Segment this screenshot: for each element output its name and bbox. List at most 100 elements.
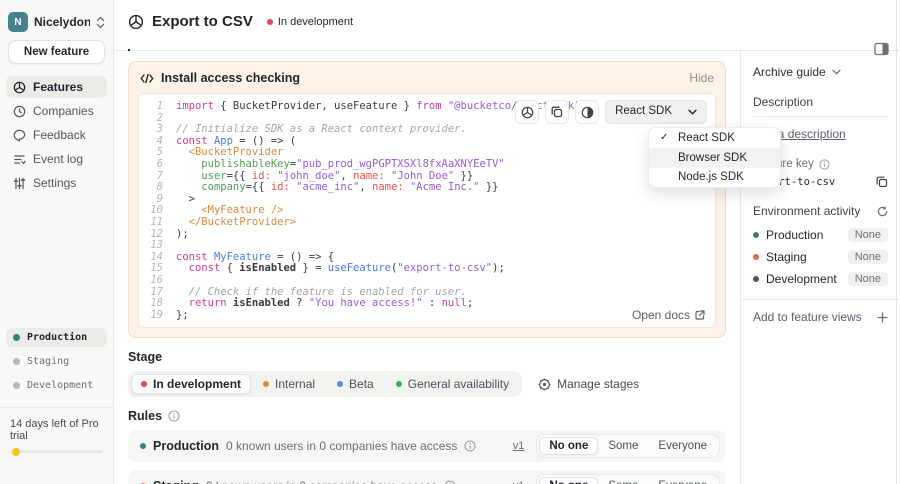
trial-progress-dot — [12, 447, 20, 456]
sidebar-nav-item[interactable]: Companies — [6, 100, 107, 122]
plus-icon — [877, 311, 888, 323]
environment-activity-row: Production None — [753, 228, 888, 242]
stage-option[interactable]: In development — [131, 374, 252, 395]
copy-code-button[interactable] — [545, 100, 570, 124]
manage-stages-button[interactable]: Manage stages — [538, 377, 639, 391]
environment-activity-dot-icon — [753, 254, 759, 260]
stage-option-label: In development — [153, 377, 242, 392]
install-access-header: Install access checking Hide — [138, 69, 716, 93]
sidebar-nav: Features Companies Feedback Event log Se… — [0, 76, 113, 194]
theme-toggle-button[interactable] — [575, 100, 600, 124]
rule-env-dot-icon — [140, 443, 146, 450]
new-feature-button[interactable]: New feature — [8, 40, 105, 64]
sdk-menu-option[interactable]: ✓ Browser SDK — [649, 147, 780, 167]
sdk-select-value: React SDK — [615, 105, 672, 118]
access-option-some[interactable]: Some — [598, 477, 648, 484]
sdk-select-button[interactable]: React SDK — [605, 100, 707, 124]
tab[interactable] — [128, 37, 130, 51]
main-content: Install access checking Hide 1 import { B… — [114, 51, 740, 484]
stage-option[interactable]: Beta — [327, 374, 384, 394]
stage-section-label: Stage — [128, 350, 726, 364]
stage-selector: In development Internal Beta General ava… — [128, 371, 523, 398]
rules-label-text: Rules — [128, 409, 163, 424]
open-docs-link[interactable]: Open docs — [632, 309, 705, 322]
workspace-name: Nicelydone — [34, 15, 90, 29]
rule-controls: v1 No oneSomeEveryone — [513, 434, 720, 459]
gear-icon — [538, 378, 551, 391]
environment-option[interactable]: Production — [6, 328, 107, 347]
sdk-menu-option[interactable]: ✓ Node.js SDK — [649, 167, 780, 187]
access-option-everyone[interactable]: Everyone — [648, 477, 717, 484]
environment-activity-row: Staging None — [753, 250, 888, 264]
rule-summary: Production 0 known users in 0 companies … — [140, 439, 513, 453]
sidebar-nav-label: Settings — [33, 176, 77, 190]
tab[interactable] — [154, 37, 156, 50]
bucket-snippet-button[interactable] — [515, 100, 540, 124]
external-link-icon — [695, 310, 705, 321]
code-snippet: 1 import { BucketProvider, useFeature } f… — [138, 93, 716, 329]
info-icon — [168, 410, 180, 422]
environment-activity-env: Staging — [766, 250, 807, 264]
install-access-title: Install access checking — [161, 71, 300, 85]
environment-activity-value: None — [847, 272, 888, 286]
environment-activity-name: Production — [753, 228, 823, 242]
clock-icon — [13, 105, 26, 118]
stage-row: In development Internal Beta General ava… — [128, 371, 726, 398]
access-option-no-one[interactable]: No one — [539, 437, 599, 456]
install-access-panel: Install access checking Hide 1 import { B… — [128, 61, 726, 339]
trial-countdown-text: 14 days left of Pro trial — [10, 418, 99, 442]
bucket-logo-icon — [128, 14, 144, 29]
rule-version-link[interactable]: v1 — [513, 440, 525, 452]
environment-activity-value: None — [847, 228, 888, 242]
sidebar-nav-item[interactable]: Event log — [6, 148, 107, 170]
environment-option[interactable]: Staging — [6, 352, 107, 371]
environment-activity-env: Production — [766, 228, 824, 242]
rule-version-link[interactable]: v1 — [513, 480, 525, 484]
environment-activity-header: Environment activity — [753, 204, 888, 218]
copy-feature-key-button[interactable] — [876, 176, 888, 188]
access-option-everyone[interactable]: Everyone — [648, 437, 717, 455]
manage-stages-label: Manage stages — [557, 377, 640, 392]
access-option-some[interactable]: Some — [598, 437, 648, 455]
theme-icon — [581, 106, 593, 118]
status-badge[interactable]: In development — [266, 16, 353, 28]
hide-button[interactable]: Hide — [689, 71, 714, 85]
environment-activity-dot-icon — [753, 232, 759, 238]
sidebar-nav-item[interactable]: Settings — [6, 172, 107, 194]
rule-access-segmented-control: No oneSomeEveryone — [536, 474, 720, 484]
workspace-switcher[interactable]: N Nicelydone — [8, 12, 105, 32]
sdk-dropdown-menu: ✓ React SDK ✓ Browser SDK ✓ Node.js SDK — [648, 127, 781, 188]
tab[interactable] — [206, 37, 208, 50]
chevron-down-icon — [688, 109, 697, 115]
sidebar-nav-item[interactable]: Feedback — [6, 124, 107, 146]
add-to-feature-views-button[interactable]: Add to feature views — [753, 310, 888, 324]
environment-label: Staging — [27, 356, 70, 367]
page-title: Export to CSV — [152, 13, 253, 30]
environment-activity-name: Development — [753, 272, 837, 286]
stage-option[interactable]: General availability — [386, 374, 519, 394]
sdk-menu-option[interactable]: ✓ React SDK — [649, 128, 780, 148]
sliders-icon — [13, 177, 26, 190]
copy-icon — [551, 106, 563, 118]
environment-option[interactable]: Development — [6, 376, 107, 395]
environment-dot-icon — [13, 382, 20, 389]
sidebar-nav-label: Features — [33, 80, 84, 94]
code-icon — [140, 73, 154, 83]
add-to-feature-views-label: Add to feature views — [753, 310, 862, 324]
sidebar-nav-item[interactable]: Features — [6, 76, 107, 98]
stage-option[interactable]: Internal — [253, 374, 325, 394]
rule-controls: v1 No oneSomeEveryone — [513, 474, 720, 484]
environment-activity-row: Development None — [753, 272, 888, 286]
rule-env-name: Staging — [153, 479, 199, 484]
environment-dot-icon — [13, 334, 20, 341]
access-option-no-one[interactable]: No one — [539, 477, 599, 484]
tab[interactable] — [180, 37, 182, 50]
environment-activity-value: None — [847, 250, 888, 264]
archive-guide-dropdown[interactable]: Archive guide — [753, 65, 888, 79]
tab[interactable] — [232, 37, 234, 50]
refresh-button[interactable] — [877, 205, 888, 217]
rule-env-name: Production — [153, 439, 219, 454]
chat-icon — [13, 129, 26, 142]
rules-section-label: Rules — [128, 409, 726, 423]
stage-dot-icon — [337, 381, 344, 388]
